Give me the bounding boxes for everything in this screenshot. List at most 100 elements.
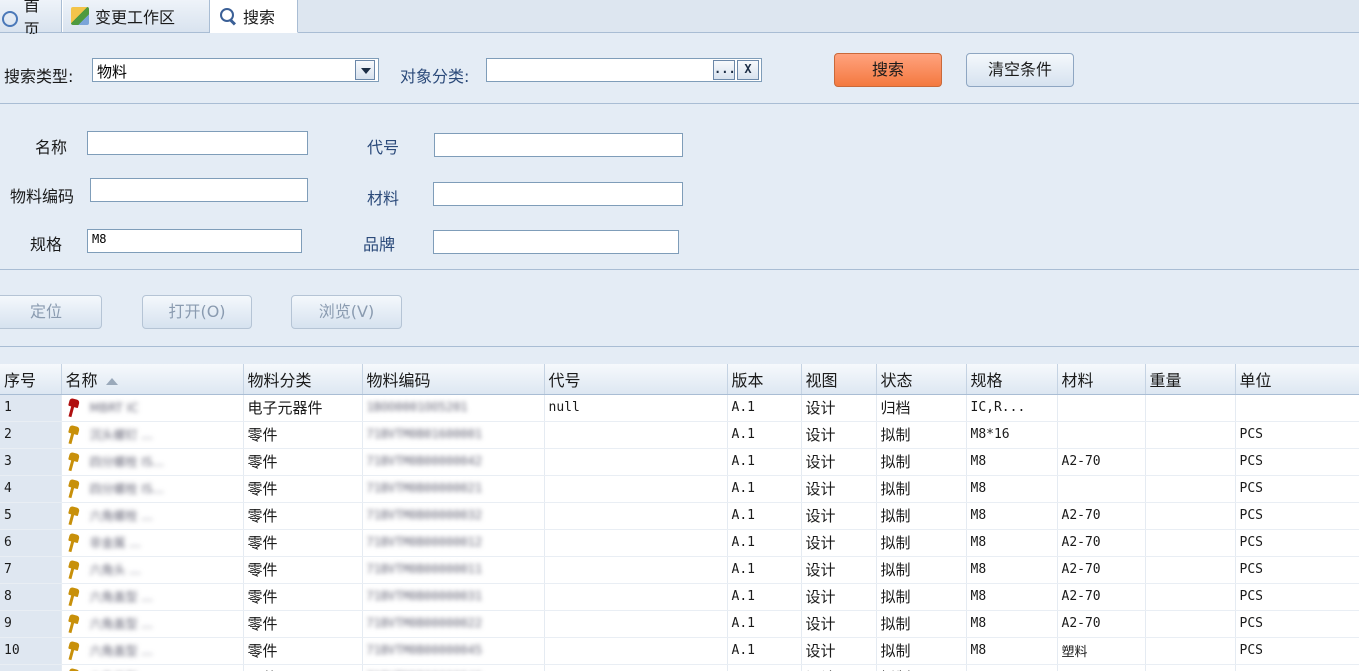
col-header-material[interactable]: 材料 bbox=[1057, 364, 1146, 395]
cell-unit: PCS bbox=[1235, 583, 1359, 611]
search-type-select[interactable]: 物料 bbox=[92, 58, 379, 82]
col-header-name[interactable]: 名称 bbox=[61, 364, 244, 395]
table-row[interactable]: 7 六角头 ... 零件 71BVTM0B00000011 A.1 设计 拟制 M8 A2-70… bbox=[0, 556, 1359, 584]
col-header-version[interactable]: 版本 bbox=[727, 364, 802, 395]
cell-weight bbox=[1145, 421, 1236, 449]
cell-view: 设计 bbox=[801, 529, 877, 557]
actions-panel: 定位 打开(O) 浏览(V) bbox=[0, 271, 1359, 347]
cell-name-text: 四分螺栓 IS... bbox=[89, 455, 164, 470]
col-header-view[interactable]: 视图 bbox=[801, 364, 877, 395]
table-row[interactable]: 4 四分螺栓 IS... 零件 71BVTM0B00000021 A.1 设计 拟制 M8 PC… bbox=[0, 475, 1359, 503]
spec-input[interactable]: M8 bbox=[87, 229, 302, 253]
search-bar: 搜索类型: 物料 对象分类: ... X 搜索 清空条件 bbox=[0, 34, 1359, 104]
cell-status: 拟制 bbox=[876, 421, 967, 449]
cell-view: 设计 bbox=[801, 421, 877, 449]
col-header-status[interactable]: 状态 bbox=[876, 364, 967, 395]
col-header-weight[interactable]: 重量 bbox=[1145, 364, 1236, 395]
col-header-unit[interactable]: 单位 bbox=[1235, 364, 1359, 395]
cell-code bbox=[544, 637, 728, 665]
cell-index: 6 bbox=[0, 529, 62, 557]
cell-spec: M8 bbox=[966, 664, 1058, 671]
cell-name: 六角盖型 ... bbox=[61, 583, 244, 611]
cell-unit: PCS bbox=[1235, 664, 1359, 671]
cell-category: 零件 bbox=[243, 583, 363, 611]
cell-code bbox=[544, 448, 728, 476]
tab-change-workspace[interactable]: 变更工作区 bbox=[62, 0, 210, 32]
cell-code bbox=[544, 529, 728, 557]
material-code-input[interactable] bbox=[90, 178, 308, 202]
table-row[interactable]: 3 四分螺栓 IS... 零件 71BVTM0B00000042 A.1 设计 拟制 M8 A2… bbox=[0, 448, 1359, 476]
cell-name: 六角螺栓 ... bbox=[61, 502, 244, 530]
cell-category: 零件 bbox=[243, 502, 363, 530]
cell-material-code: 71BVTM0B00000032 bbox=[362, 502, 545, 530]
locate-button[interactable]: 定位 bbox=[0, 295, 102, 329]
cell-status: 拟制 bbox=[876, 583, 967, 611]
cell-material: 塑料 bbox=[1057, 637, 1146, 665]
table-row[interactable]: 2 沉头螺钉 ... 零件 71BVTM0B01600001 A.1 设计 拟制 M8*16 P… bbox=[0, 421, 1359, 449]
spec-label: 规格 bbox=[30, 235, 63, 254]
cell-name: 六角盖型 ... bbox=[61, 637, 244, 665]
cell-category: 零件 bbox=[243, 664, 363, 671]
tab-home[interactable]: 首页 bbox=[0, 0, 62, 39]
table-row[interactable]: 11六角盖型 ...零件71BVTM0B00000046 A.1设计拟制M8F钢 P… bbox=[0, 664, 1359, 671]
browse-category-button[interactable]: ... bbox=[713, 60, 736, 80]
brand-input[interactable] bbox=[433, 230, 679, 254]
cell-view: 设计 bbox=[801, 556, 877, 584]
cell-material-code: 71BVTM0B00000031 bbox=[362, 583, 545, 611]
tab-search[interactable]: 搜索 bbox=[210, 0, 298, 33]
cell-unit: PCS bbox=[1235, 556, 1359, 584]
table-row[interactable]: 1 MBRT IC 电子元器件 1BOO0001OO5201 null A.1 设计 归档 IC… bbox=[0, 394, 1359, 422]
cell-view: 设计 bbox=[801, 637, 877, 665]
cell-material-code: 71BVTM0B01600001 bbox=[362, 421, 545, 449]
cell-weight bbox=[1145, 664, 1236, 671]
cell-weight bbox=[1145, 637, 1236, 665]
search-button[interactable]: 搜索 bbox=[834, 53, 942, 87]
cell-spec: IC,R... bbox=[966, 394, 1058, 422]
cell-material-code: 1BOO0001OO5201 bbox=[362, 394, 545, 422]
cell-name: 非金属 ... bbox=[61, 529, 244, 557]
category-label: 对象分类: bbox=[400, 67, 470, 86]
cell-status: 拟制 bbox=[876, 502, 967, 530]
cell-view: 设计 bbox=[801, 394, 877, 422]
material-input[interactable] bbox=[433, 182, 683, 206]
cell-name-text: 六角头 ... bbox=[89, 563, 141, 578]
cell-category: 零件 bbox=[243, 529, 363, 557]
cell-index: 8 bbox=[0, 583, 62, 611]
cell-status: 归档 bbox=[876, 394, 967, 422]
code-label: 代号 bbox=[367, 138, 400, 157]
cell-version: A.1 bbox=[727, 421, 802, 449]
tab-change-workspace-label: 变更工作区 bbox=[95, 8, 176, 27]
cell-material-code-text: 1BOO0001OO5201 bbox=[366, 400, 468, 414]
cell-weight bbox=[1145, 394, 1236, 422]
col-header-index[interactable]: 序号 bbox=[0, 364, 62, 395]
cell-material-code-text: 71BVTM0B00000011 bbox=[366, 562, 483, 576]
clear-conditions-button[interactable]: 清空条件 bbox=[966, 53, 1074, 87]
close-icon[interactable]: X bbox=[737, 60, 759, 80]
col-header-category[interactable]: 物料分类 bbox=[243, 364, 363, 395]
browse-button[interactable]: 浏览(V) bbox=[291, 295, 402, 329]
table-row[interactable]: 9 六角盖型 ... 零件 71BVTM0B00000022 A.1 设计 拟制 M8 A2-7… bbox=[0, 610, 1359, 638]
table-row[interactable]: 5 六角螺栓 ... 零件 71BVTM0B00000032 A.1 设计 拟制 M8 A2-7… bbox=[0, 502, 1359, 530]
name-input[interactable] bbox=[87, 131, 308, 155]
code-input[interactable] bbox=[434, 133, 683, 157]
cell-name: 六角盖型 ... bbox=[61, 610, 244, 638]
table-row[interactable]: 10 六角盖型 ... 零件 71BVTM0B00000045 A.1 设计 拟制 M8 塑料 P… bbox=[0, 637, 1359, 665]
cell-code bbox=[544, 583, 728, 611]
open-button[interactable]: 打开(O) bbox=[142, 295, 252, 329]
col-header-code[interactable]: 代号 bbox=[544, 364, 728, 395]
cell-view: 设计 bbox=[801, 610, 877, 638]
cell-material-code-text: 71BVTM0B00000021 bbox=[366, 481, 483, 495]
cell-material: A2-70 bbox=[1057, 610, 1146, 638]
table-row[interactable]: 8 六角盖型 ... 零件 71BVTM0B00000031 A.1 设计 拟制 M8 A2-7… bbox=[0, 583, 1359, 611]
cell-unit: PCS bbox=[1235, 475, 1359, 503]
category-field[interactable]: ... X bbox=[486, 58, 762, 82]
table-row[interactable]: 6 非金属 ... 零件 71BVTM0B00000012 A.1 设计 拟制 M8 A2-70… bbox=[0, 529, 1359, 557]
col-header-material-code[interactable]: 物料编码 bbox=[362, 364, 545, 395]
cell-category: 零件 bbox=[243, 475, 363, 503]
cell-code bbox=[544, 502, 728, 530]
cell-code bbox=[544, 610, 728, 638]
col-header-spec[interactable]: 规格 bbox=[966, 364, 1058, 395]
chevron-down-icon[interactable] bbox=[355, 60, 375, 80]
results-table: 序号 名称 物料分类 物料编码 代号 版本 视图 状态 规格 材料 重量 单位 … bbox=[0, 364, 1359, 671]
cell-spec: M8 bbox=[966, 610, 1058, 638]
